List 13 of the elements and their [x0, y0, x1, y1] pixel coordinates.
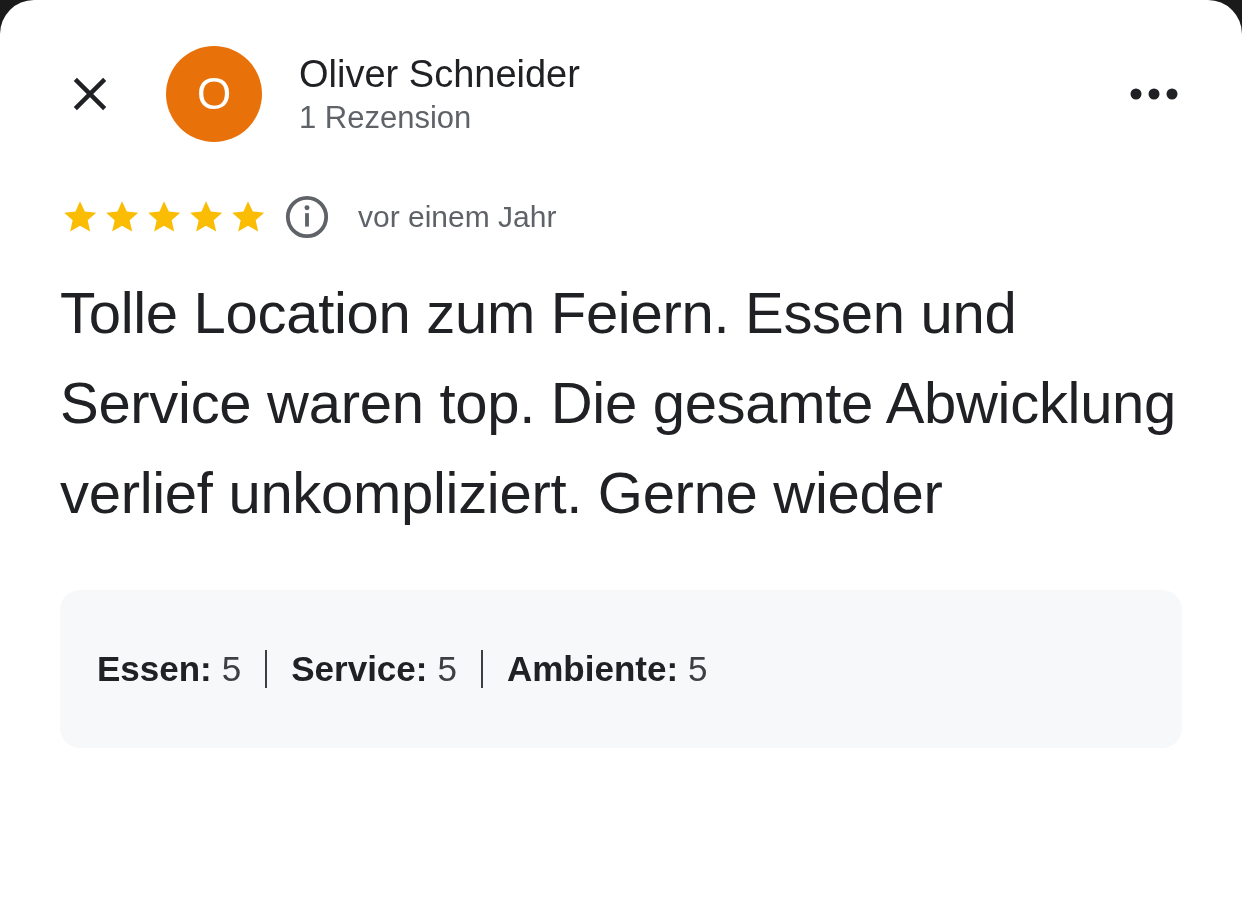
rating-value: 5 [437, 649, 457, 689]
review-count: 1 Rezension [299, 99, 473, 136]
more-icon [1129, 87, 1179, 101]
avatar: O [166, 46, 262, 142]
rating-label: Service: [291, 649, 428, 689]
rating-label: Ambiente: [506, 649, 679, 689]
review-time: vor einem Jahr [358, 200, 557, 234]
info-icon[interactable] [284, 194, 330, 240]
rating-label: Essen: [97, 649, 212, 689]
reviewer-name[interactable]: Oliver Schneider [299, 52, 1124, 96]
review-text: Tolle Location zum Feiern. Essen und Service waren top. Die gesamte Abwicklung verlief unkompliziert. Gerne wieder [60, 279, 1178, 527]
rating-value: 5 [688, 649, 708, 689]
rating-value: 5 [221, 649, 242, 689]
